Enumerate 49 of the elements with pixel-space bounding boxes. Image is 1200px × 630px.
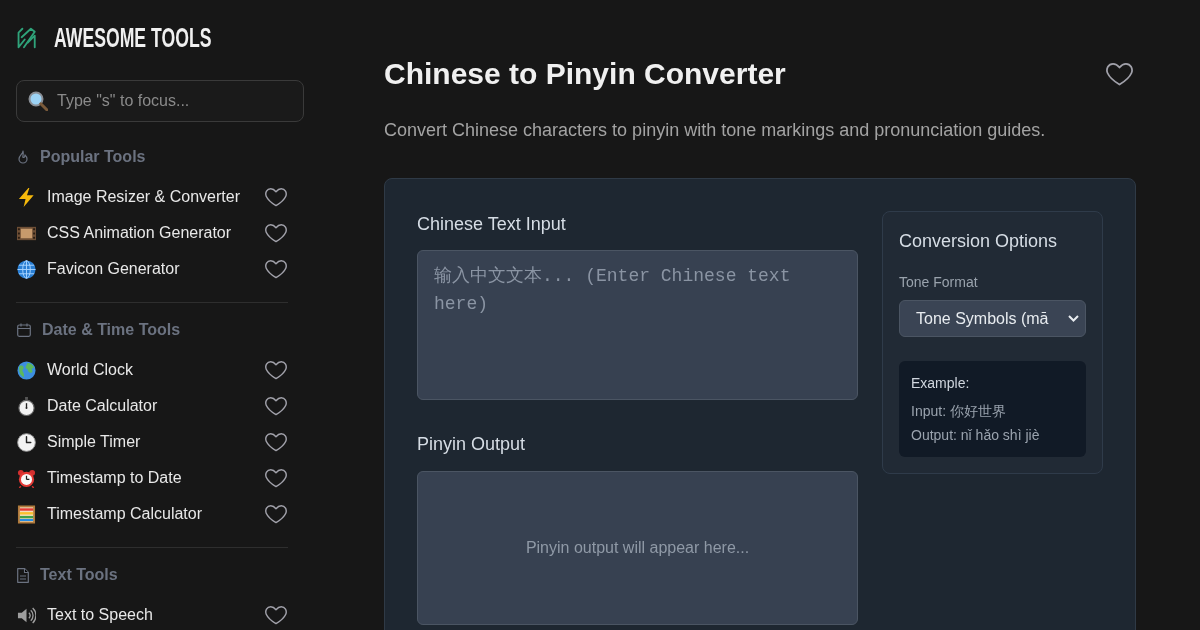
- stopwatch-icon: [17, 396, 36, 416]
- output-area: Pinyin output will appear here...: [417, 471, 858, 625]
- clock-icon: [17, 432, 36, 452]
- alarm-clock-icon: [17, 468, 36, 488]
- section-heading: Date & Time Tools: [42, 320, 181, 340]
- sidebar-item[interactable]: Timestamp to Date: [16, 468, 182, 488]
- heart-icon[interactable]: [265, 504, 287, 524]
- panel-title: Conversion Options: [899, 230, 1059, 253]
- sidebar-item[interactable]: Date Calculator: [16, 396, 158, 416]
- page-title: Chinese to Pinyin Converter: [384, 56, 786, 92]
- field-label: Tone Format: [899, 273, 979, 292]
- sidebar-item[interactable]: CSS Animation Generator: [16, 223, 232, 243]
- heart-icon[interactable]: [1106, 62, 1133, 86]
- search-icon: [28, 91, 48, 111]
- example-line: Output: nǐ hǎo shì jiè: [911, 426, 1041, 445]
- sidebar-item[interactable]: World Clock: [16, 360, 133, 380]
- document-icon: [17, 567, 29, 583]
- sidebar-item[interactable]: Timestamp Calculator: [16, 504, 202, 524]
- abacus-icon: [17, 504, 36, 524]
- lightning-icon: [17, 187, 36, 207]
- heart-icon[interactable]: [265, 605, 287, 625]
- page-description: Convert Chinese characters to pinyin with tone markings and pronunciation guides.: [384, 119, 1047, 142]
- example-line: Input: 你好世界: [911, 402, 1007, 421]
- speaker-icon: [17, 605, 36, 625]
- tone-format-select[interactable]: Tone Symbols (mā: [899, 300, 1086, 337]
- brand-name: AWESOME TOOLS: [54, 24, 212, 52]
- sidebar-item[interactable]: Favicon Generator: [16, 259, 180, 279]
- flame-icon: [17, 149, 29, 165]
- chinese-text-input[interactable]: 输入中文文本... (Enter Chinese text here): [417, 250, 858, 400]
- section-heading: Popular Tools: [40, 147, 146, 167]
- field-label: Chinese Text Input: [417, 213, 567, 236]
- heart-icon[interactable]: [265, 468, 287, 488]
- calendar-icon: [17, 323, 31, 337]
- sidebar-item[interactable]: Simple Timer: [16, 432, 141, 452]
- earth-icon: [17, 360, 36, 380]
- sidebar-item[interactable]: Image Resizer & Converter: [16, 187, 240, 207]
- heart-icon[interactable]: [265, 432, 287, 452]
- heart-icon[interactable]: [265, 187, 287, 207]
- heart-icon[interactable]: [265, 223, 287, 243]
- example-heading: Example:: [911, 374, 971, 393]
- field-label: Pinyin Output: [417, 433, 527, 456]
- globe-icon: [17, 259, 36, 279]
- heart-icon[interactable]: [265, 259, 287, 279]
- heart-icon[interactable]: [265, 396, 287, 416]
- search-field[interactable]: Type "s" to focus...: [16, 80, 304, 122]
- heart-icon[interactable]: [265, 360, 287, 380]
- section-heading: Text Tools: [40, 565, 118, 585]
- chevron-down-icon: [1068, 315, 1079, 322]
- sidebar-item[interactable]: Text to Speech: [16, 605, 153, 625]
